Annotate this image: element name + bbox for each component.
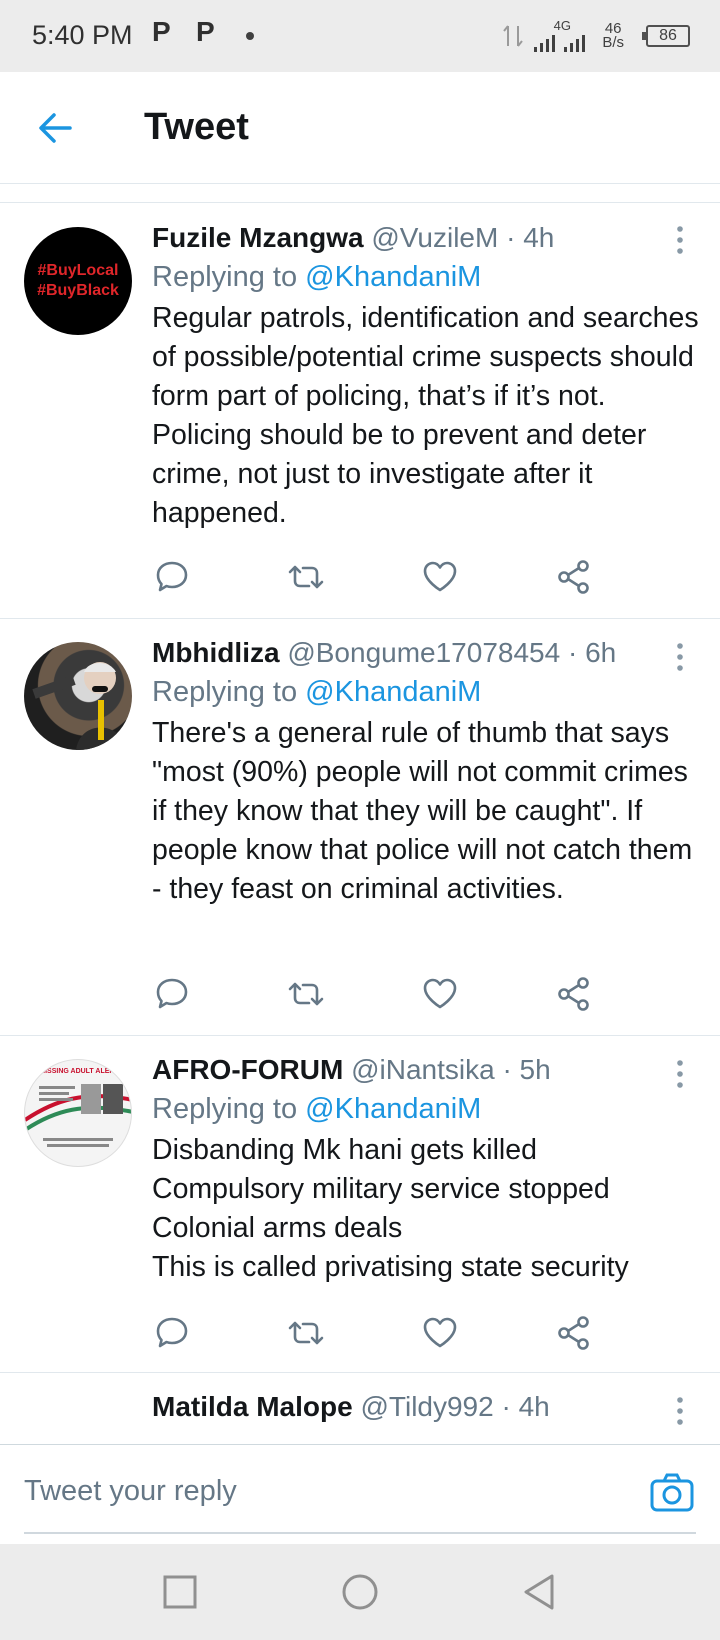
tweet-time: · 5h <box>502 1054 551 1085</box>
user-handle[interactable]: @Bongume17078454 <box>287 637 560 668</box>
user-name[interactable]: Matilda Malope <box>152 1391 353 1422</box>
tweet-actions <box>152 557 622 597</box>
tweet-time: · 6h <box>567 637 617 668</box>
avatar-photo <box>32 662 128 750</box>
back-nav-button[interactable] <box>518 1570 562 1614</box>
reply-input[interactable]: Tweet your reply <box>24 1467 584 1515</box>
more-options-icon[interactable] <box>668 225 692 259</box>
reply-bar: Tweet your reply <box>0 1444 720 1544</box>
tweet-text: There's a general rule of thumb that say… <box>152 717 693 905</box>
camera-button[interactable] <box>650 1473 694 1513</box>
tweet-text: Regular patrols, identification and sear… <box>152 302 699 529</box>
recent-apps-button[interactable] <box>158 1570 202 1614</box>
tweet-text-line: Compulsory military service stopped <box>152 1173 610 1205</box>
share-icon[interactable] <box>554 1313 594 1353</box>
replying-prefix: Replying to <box>152 261 298 293</box>
share-icon[interactable] <box>554 974 594 1014</box>
signal-bars-icon <box>534 35 586 52</box>
like-icon[interactable] <box>420 974 460 1014</box>
replying-to-link[interactable]: @KhandaniM <box>305 261 481 293</box>
replying-to: Replying to @KhandaniM <box>152 1089 700 1129</box>
tweet-header: AFRO-FORUM @iNantsika · 5h <box>152 1051 700 1089</box>
replying-prefix: Replying to <box>152 1093 298 1125</box>
tweet-text-line: Disbanding Mk hani gets killed <box>152 1134 537 1166</box>
avatar[interactable] <box>24 642 132 750</box>
tweet-header: Matilda Malope @Tildy992 · 4h <box>152 1388 700 1426</box>
network-type: 4G <box>553 18 571 33</box>
tweet-item[interactable]: #BuyLocal #BuyBlack Fuzile Mzangwa @Vuzi… <box>0 203 720 619</box>
tweet-text: Disbanding Mk hani gets killed Compulsor… <box>152 1131 700 1287</box>
tweet-header: Mbhidliza @Bongume17078454 · 6h <box>152 634 700 672</box>
notification-icon: P <box>196 16 215 47</box>
reply-icon[interactable] <box>152 1313 192 1353</box>
signal-icon: 4G <box>532 19 592 53</box>
notification-icon: P <box>152 16 171 47</box>
like-icon[interactable] <box>420 557 460 597</box>
data-transfer-icon <box>503 25 524 47</box>
back-button[interactable] <box>34 106 78 150</box>
tweet-actions <box>152 974 622 1014</box>
system-nav-bar <box>0 1544 720 1640</box>
user-handle[interactable]: @iNantsika <box>351 1054 495 1085</box>
reply-underline <box>24 1532 696 1534</box>
avatar-text: #BuyBlack <box>37 282 119 299</box>
camera-icon <box>650 1473 694 1512</box>
retweet-icon[interactable] <box>286 974 326 1014</box>
retweet-icon[interactable] <box>286 557 326 597</box>
status-bar: 5:40 PM P P 4G 46 B/s 86 <box>0 0 720 72</box>
tweet-text-line: This is called privatising state securit… <box>152 1251 629 1283</box>
tweet-text-line: Colonial arms deals <box>152 1212 403 1244</box>
more-options-icon[interactable] <box>668 642 692 676</box>
tweet-actions <box>152 1313 622 1353</box>
replying-to-link[interactable]: @KhandaniM <box>305 1093 481 1125</box>
network-speed: 46 B/s <box>602 21 624 51</box>
app-header: Tweet <box>0 72 720 184</box>
status-time: 5:40 PM <box>32 20 133 50</box>
replying-to: Replying to @KhandaniM <box>152 672 700 712</box>
replying-to: Replying to @KhandaniM <box>152 257 700 297</box>
user-name[interactable]: Fuzile Mzangwa <box>152 222 364 253</box>
page-title: Tweet <box>144 106 249 148</box>
tweet-time: · 4h <box>506 222 555 253</box>
more-options-icon[interactable] <box>668 1059 692 1093</box>
user-name[interactable]: AFRO-FORUM <box>152 1054 343 1085</box>
replying-to-link[interactable]: @KhandaniM <box>305 676 481 708</box>
tweet-item[interactable]: Mbhidliza @Bongume17078454 · 6h Replying… <box>0 620 720 1036</box>
user-handle[interactable]: @Tildy992 <box>360 1391 493 1422</box>
user-name[interactable]: Mbhidliza <box>152 637 280 668</box>
tweet-header: Fuzile Mzangwa @VuzileM · 4h <box>152 219 700 257</box>
tweet-item[interactable]: MISSING ADULT ALERT AFRO-FORUM @iNantsik… <box>0 1037 720 1373</box>
arrow-left-icon <box>39 113 72 143</box>
speed-unit: B/s <box>602 34 624 51</box>
user-handle[interactable]: @VuzileM <box>371 222 498 253</box>
more-options-icon[interactable] <box>668 1396 692 1430</box>
avatar-photo <box>25 1084 131 1147</box>
retweet-icon[interactable] <box>286 1313 326 1353</box>
tweet-time: · 4h <box>501 1391 550 1422</box>
avatar[interactable]: MISSING ADULT ALERT <box>24 1059 132 1167</box>
avatar-text: #BuyLocal <box>37 262 119 279</box>
like-icon[interactable] <box>420 1313 460 1353</box>
replying-prefix: Replying to <box>152 676 298 708</box>
tweet-item[interactable]: Matilda Malope @Tildy992 · 4h <box>0 1374 720 1444</box>
battery-icon: 86 <box>642 25 690 47</box>
avatar[interactable]: #BuyLocal #BuyBlack <box>24 227 132 335</box>
more-notifications-icon <box>246 32 254 40</box>
reply-icon[interactable] <box>152 557 192 597</box>
reply-icon[interactable] <box>152 974 192 1014</box>
share-icon[interactable] <box>554 557 594 597</box>
home-button[interactable] <box>338 1570 382 1614</box>
